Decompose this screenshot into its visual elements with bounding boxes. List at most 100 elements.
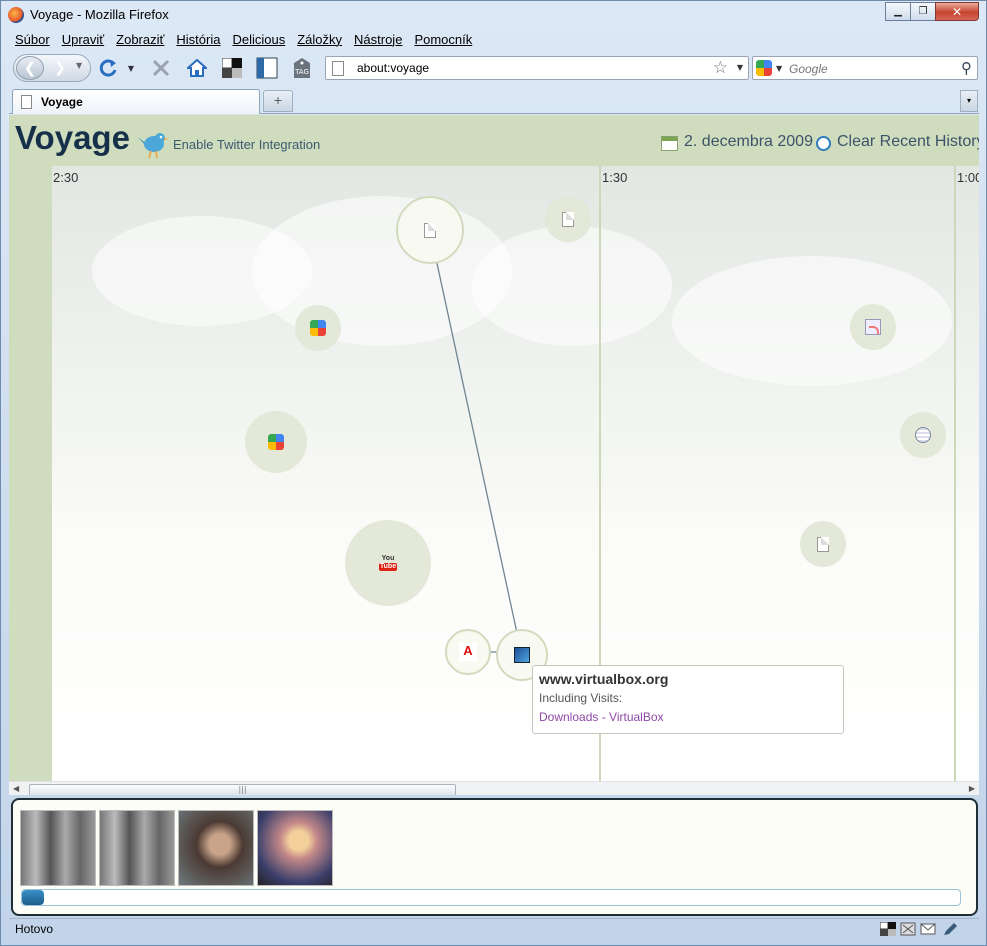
- date-selector[interactable]: 2. decembra 2009: [684, 133, 813, 151]
- voyage-header: Voyage Enable Twitter Integration 2. dec…: [9, 115, 979, 166]
- tag-icon: TAG: [294, 58, 310, 78]
- youtube-icon: You Tube: [379, 555, 397, 571]
- google-icon[interactable]: [756, 60, 772, 76]
- page-icon: [424, 222, 436, 238]
- rss-icon: [865, 319, 881, 335]
- tab-voyage[interactable]: Voyage: [12, 89, 260, 114]
- google-icon: [310, 320, 326, 336]
- forward-icon: ❯: [54, 60, 66, 76]
- page-title: Voyage: [15, 119, 130, 156]
- stop-button[interactable]: [149, 56, 173, 80]
- status-bar: Hotovo: [9, 918, 979, 939]
- status-text: Hotovo: [15, 922, 54, 936]
- tab-label: Voyage: [41, 95, 83, 109]
- reload-dropdown-icon[interactable]: ▼: [125, 56, 137, 80]
- reload-icon: [99, 59, 117, 77]
- search-engine-dropdown-icon[interactable]: ▼: [776, 64, 782, 73]
- menu-history[interactable]: História: [170, 31, 226, 51]
- clock-icon[interactable]: [816, 136, 831, 151]
- history-node[interactable]: [545, 196, 591, 242]
- browser-window: Voyage - Mozilla Firefox ▁ ❐ ✕ Súbor Upr…: [0, 0, 987, 946]
- title-bar: Voyage - Mozilla Firefox ▁ ❐ ✕: [1, 1, 986, 29]
- scroll-left-icon[interactable]: ◀: [13, 784, 19, 793]
- history-dropdown-icon[interactable]: ▼: [76, 61, 82, 70]
- history-node[interactable]: [245, 411, 307, 473]
- addon-status-icon[interactable]: [900, 922, 916, 936]
- menu-edit[interactable]: Upraviť: [56, 31, 110, 51]
- menu-help[interactable]: Pomocník: [408, 31, 478, 51]
- google-icon: [268, 434, 284, 450]
- tooltip-including-label: Including Visits:: [539, 691, 623, 705]
- delicious-button[interactable]: [220, 56, 244, 80]
- search-bar[interactable]: ▼ Google ⚲: [752, 56, 978, 80]
- page-icon: [817, 536, 829, 552]
- delicious-icon: [222, 58, 242, 78]
- horizontal-scrollbar[interactable]: ◀ ||| ▶: [9, 781, 979, 795]
- page-icon: [21, 95, 32, 109]
- scrollbar-thumb[interactable]: |||: [29, 784, 456, 795]
- history-node[interactable]: [295, 305, 341, 351]
- url-dropdown-icon[interactable]: ▼: [737, 63, 743, 72]
- history-node[interactable]: [800, 521, 846, 567]
- tooltip-visit-link[interactable]: Downloads - VirtualBox: [539, 710, 837, 724]
- address-bar[interactable]: about:voyage ☆ ▼: [325, 56, 749, 80]
- search-input[interactable]: Google: [789, 62, 828, 76]
- adobe-icon: A: [459, 643, 477, 661]
- menu-delicious[interactable]: Delicious: [226, 31, 291, 51]
- clear-recent-history-link[interactable]: Clear Recent History: [837, 133, 979, 151]
- video-thumbnail-4[interactable]: [257, 810, 333, 886]
- window-controls: ▁ ❐ ✕: [885, 2, 979, 21]
- svg-text:TAG: TAG: [294, 68, 309, 76]
- history-node[interactable]: You Tube: [345, 520, 431, 606]
- progress-fill: [22, 890, 44, 905]
- tooltip-domain: www.virtualbox.org: [539, 671, 669, 687]
- delicious-status-icon[interactable]: [880, 922, 896, 936]
- page-icon: [332, 61, 344, 76]
- connection-line: [429, 230, 518, 634]
- window-title: Voyage - Mozilla Firefox: [30, 7, 169, 22]
- bookmark-star-icon[interactable]: ☆: [713, 58, 728, 78]
- minimize-button[interactable]: ▁: [885, 2, 911, 21]
- reload-button[interactable]: [97, 56, 121, 80]
- close-button[interactable]: ✕: [935, 2, 979, 21]
- video-thumbnail-2[interactable]: [99, 810, 175, 886]
- history-node[interactable]: A: [445, 629, 491, 675]
- calendar-icon[interactable]: [661, 136, 678, 151]
- back-button[interactable]: ❮: [16, 56, 44, 80]
- search-icon[interactable]: ⚲: [961, 59, 972, 77]
- back-forward-group: ❮ ❯ ▼: [13, 54, 91, 82]
- tab-bar: Voyage + ▾: [9, 88, 979, 114]
- bookmarks-sidebar-icon: [256, 57, 278, 79]
- home-button[interactable]: [185, 56, 209, 80]
- home-icon: [187, 59, 207, 77]
- menu-view[interactable]: Zobraziť: [110, 31, 170, 51]
- stop-icon: [152, 59, 170, 77]
- video-thumbnail-3[interactable]: [178, 810, 254, 886]
- progress-bar[interactable]: [21, 889, 961, 906]
- menu-file[interactable]: Súbor: [9, 31, 56, 51]
- scroll-right-icon[interactable]: ▶: [969, 784, 975, 793]
- enable-twitter-link[interactable]: Enable Twitter Integration: [173, 137, 320, 152]
- tag-button[interactable]: TAG: [290, 56, 314, 80]
- twitter-bird-icon[interactable]: [137, 127, 171, 161]
- mail-status-icon[interactable]: [920, 922, 936, 936]
- maximize-button[interactable]: ❐: [910, 2, 936, 21]
- bookmarks-sidebar-button[interactable]: [255, 56, 279, 80]
- history-node[interactable]: [850, 304, 896, 350]
- menu-bookmarks[interactable]: Záložky: [291, 31, 348, 51]
- menu-tools[interactable]: Nástroje: [348, 31, 408, 51]
- history-node[interactable]: [900, 412, 946, 458]
- globe-icon: [915, 427, 931, 443]
- new-tab-button[interactable]: +: [263, 90, 293, 112]
- page-content: Voyage Enable Twitter Integration 2. dec…: [9, 115, 979, 795]
- history-node[interactable]: [396, 196, 464, 264]
- virtualbox-icon: [514, 647, 530, 663]
- pen-status-icon[interactable]: [942, 922, 958, 936]
- video-thumbnail-1[interactable]: [20, 810, 96, 886]
- page-icon: [562, 211, 574, 227]
- list-all-tabs-button[interactable]: ▾: [960, 90, 978, 112]
- media-panel: [11, 798, 978, 916]
- url-text[interactable]: about:voyage: [357, 61, 429, 75]
- forward-button[interactable]: ❯: [48, 59, 72, 77]
- back-icon: ❮: [23, 59, 37, 77]
